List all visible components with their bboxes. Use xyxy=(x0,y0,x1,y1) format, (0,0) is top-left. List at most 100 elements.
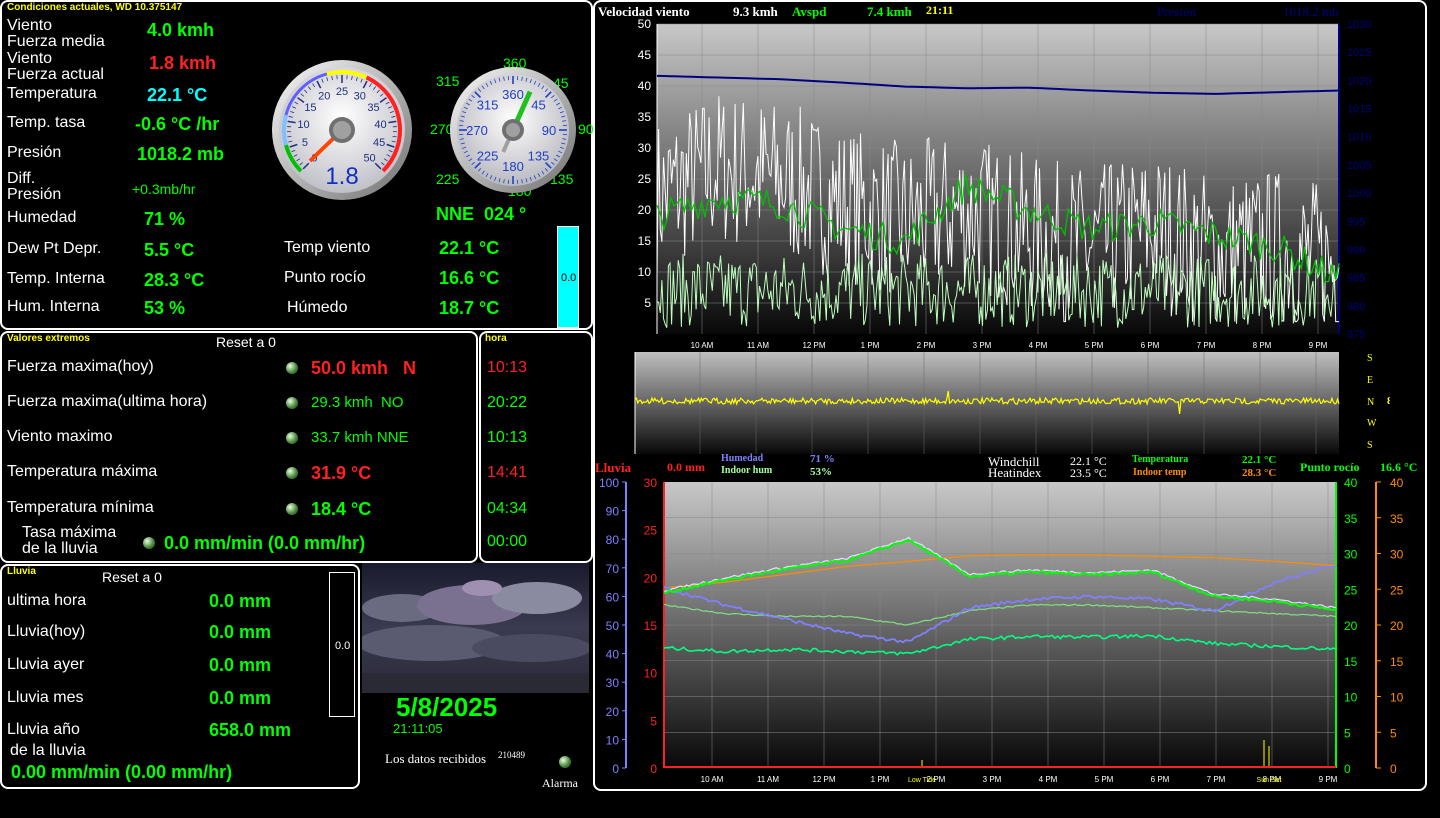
dew-point-value: 16.6 °C xyxy=(1380,460,1418,474)
extremes-time-2: 10:13 xyxy=(487,429,528,446)
temp-x-label: 6 PM xyxy=(1151,775,1170,784)
temp-x-label: 10 AM xyxy=(701,775,724,784)
compass-outer-label-90: 90 xyxy=(578,121,594,137)
wind-x-label: 9 PM xyxy=(1309,341,1328,350)
temp-x-label: 3 PM xyxy=(983,775,1002,784)
temp-x-label: 5 PM xyxy=(1095,775,1114,784)
rain-y-label: 0 xyxy=(650,762,657,776)
current-label-5: Diff. Presión xyxy=(7,170,62,203)
temperature-humidity-chart: 1009080706050403020100302520151050403530… xyxy=(599,478,1404,784)
pressure-y-label: 1010 xyxy=(1347,132,1371,144)
current-label-3: Temp. tasa xyxy=(7,114,86,131)
temp-y-label: 0 xyxy=(1344,762,1351,776)
cyan-level-bar-value: 0.0 xyxy=(561,272,577,284)
indoor-hum-label: Indoor hum xyxy=(721,465,773,476)
rain-y-label: 15 xyxy=(644,619,658,633)
current-label-2: Temperatura xyxy=(7,85,97,102)
right-value-2: 18.7 °C xyxy=(439,298,500,318)
extremes-indicator-4[interactable] xyxy=(286,503,298,515)
humidity-y-label: 80 xyxy=(606,533,620,547)
wind-x-label: 8 PM xyxy=(1253,341,1272,350)
low-tide-marker: Low Tide xyxy=(908,777,936,784)
humidity-y-label: 100 xyxy=(599,478,619,490)
extremes-value-0: 50.0 kmh N xyxy=(311,358,417,378)
extremes-indicator-5[interactable] xyxy=(143,537,155,549)
temp-x-label: 7 PM xyxy=(1207,775,1226,784)
indoor-temp-y-label: 25 xyxy=(1390,583,1404,597)
current-value-6: 71 % xyxy=(144,209,186,229)
rain-level-bar: 0.0 xyxy=(329,572,355,717)
wind-x-label: 6 PM xyxy=(1141,341,1160,350)
humidity-y-label: 40 xyxy=(606,648,620,662)
rain-label-1: Lluvia(hoy) xyxy=(7,623,86,640)
alarm-label: Alarma xyxy=(542,776,578,790)
rain-y-label: 5 xyxy=(650,714,657,728)
current-conditions-title: Condiciones actuales, WD 10.375147 xyxy=(7,2,183,13)
extremes-indicator-0[interactable] xyxy=(286,362,298,374)
extremes-indicator-3[interactable] xyxy=(286,467,298,479)
gauge-tick-label: 25 xyxy=(336,86,348,98)
gauge-tick-label: 20 xyxy=(318,90,330,102)
compass-heading-text: NNE 024 ° xyxy=(436,204,527,224)
temp-y-label: 20 xyxy=(1344,619,1358,633)
direction-label: E xyxy=(1367,375,1373,386)
humidity-y-label: 30 xyxy=(606,676,620,690)
humidity-y-label: 50 xyxy=(606,619,620,633)
temp-y-label: 15 xyxy=(1344,655,1358,669)
current-label-6: Humedad xyxy=(7,209,77,226)
extremes-time-1: 20:22 xyxy=(487,394,528,411)
current-label-0: Viento Fuerza media xyxy=(7,17,105,50)
rain-y-label: 10 xyxy=(644,667,658,681)
temp-y-label: 25 xyxy=(1344,583,1358,597)
wind-y-label: 45 xyxy=(638,48,652,62)
dew-point-label: Punto rocío xyxy=(1300,460,1360,474)
extremes-time-0: 10:13 xyxy=(487,359,528,376)
data-received-label: Los datos recibidos xyxy=(385,751,487,766)
rain-reset-button[interactable]: Reset a 0 xyxy=(102,569,162,585)
wind-y-label: 50 xyxy=(638,17,652,31)
wind-y-label: 25 xyxy=(638,172,652,186)
compass-tick-label: 180 xyxy=(502,159,524,174)
temp-y-label: 40 xyxy=(1344,478,1358,490)
temperature-label: Temperatura xyxy=(1132,454,1189,465)
extremes-panel: Valores extremos Reset a 0 Fuerza maxima… xyxy=(0,331,478,563)
right-value-1: 16.6 °C xyxy=(439,268,500,288)
current-value-7: 5.5 °C xyxy=(144,240,195,260)
extremes-indicator-1[interactable] xyxy=(286,397,298,409)
extremes-reset-button[interactable]: Reset a 0 xyxy=(216,334,276,350)
rain-label: Lluvia xyxy=(595,460,632,475)
gauge-tick-label: 10 xyxy=(297,119,309,131)
rain-panel: Lluvia Reset a 0 ultima hora 0.0 mm Lluvia… xyxy=(0,564,360,789)
extremes-label-5: Tasa máxima de la lluvia xyxy=(22,524,117,557)
pressure-y-label: 995 xyxy=(1347,216,1365,228)
rain-label-4: Lluvia año xyxy=(7,721,80,738)
extremes-time-3: 14:41 xyxy=(487,464,528,481)
current-value-4: 1018.2 mb xyxy=(137,144,225,164)
extremes-indicator-2[interactable] xyxy=(286,432,298,444)
extremes-value-2: 33.7 kmh NNE xyxy=(311,429,409,446)
direction-value: 8 xyxy=(1387,395,1390,407)
pressure-y-label: 1020 xyxy=(1347,75,1371,87)
pressure-y-label: 1015 xyxy=(1347,104,1371,116)
temperature-value: 22.1 °C xyxy=(1242,454,1277,466)
extremes-hour-panel: hora 10:13 20:22 10:13 14:41 04:34 00:00 xyxy=(479,331,593,563)
extremes-label-0: Fuerza maxima(hoy) xyxy=(7,358,154,375)
rain-value-4: 658.0 mm xyxy=(209,720,292,740)
current-value-2: 22.1 °C xyxy=(147,85,208,105)
direction-label: N xyxy=(1367,397,1374,408)
indoor-temp-y-label: 40 xyxy=(1390,478,1404,490)
indoor-hum-value: 53% xyxy=(810,466,832,478)
wind-speed-gauge: 05101520253035404550 1.8 xyxy=(272,60,412,200)
compass-tick-label: 225 xyxy=(477,148,499,163)
humidity-y-label: 20 xyxy=(606,705,620,719)
current-label-8: Temp. Interna xyxy=(7,270,105,287)
current-label-1: Viento Fuerza actual xyxy=(7,50,104,83)
indoor-temp-y-label: 5 xyxy=(1390,726,1397,740)
gauge-tick-label: 40 xyxy=(374,119,386,131)
alarm-indicator[interactable] xyxy=(559,756,571,768)
direction-label: S xyxy=(1367,440,1373,451)
compass-tick-label: 360 xyxy=(502,87,524,102)
wind-y-label: 30 xyxy=(638,141,652,155)
wind-y-label: 15 xyxy=(638,234,652,248)
gauge-tick-label: 45 xyxy=(373,137,385,149)
